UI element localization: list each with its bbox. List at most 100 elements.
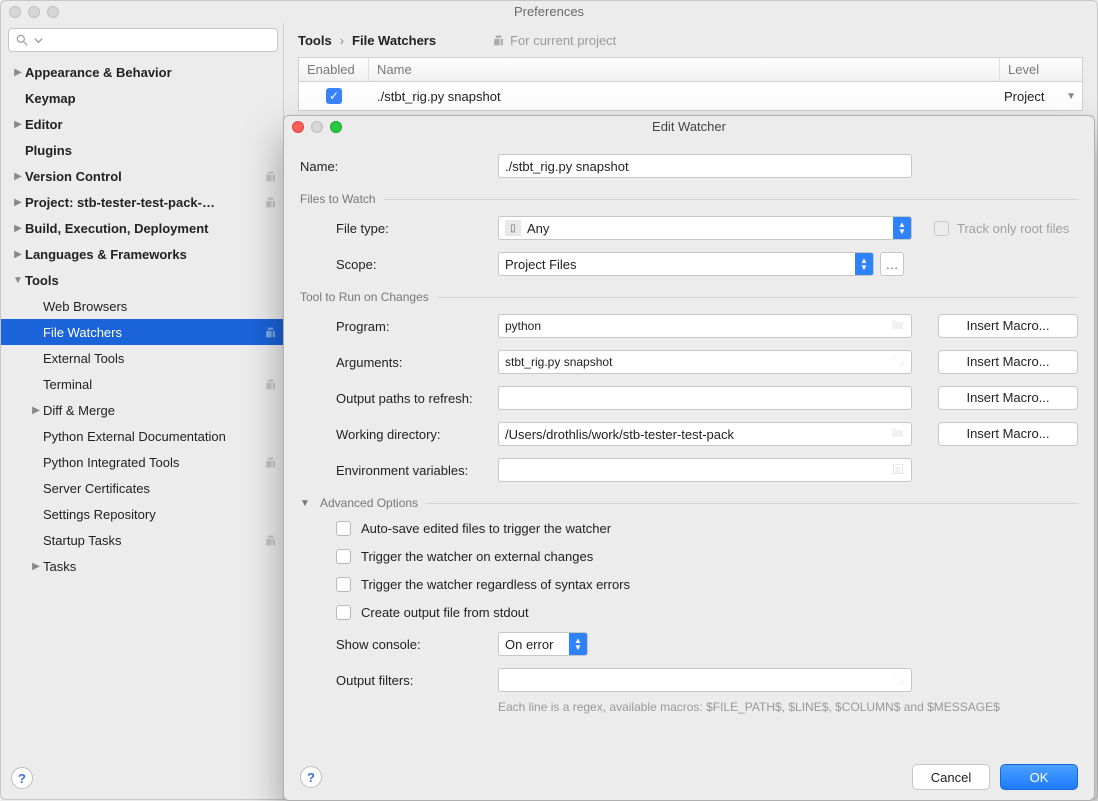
sidebar-item-build[interactable]: ▶Build, Execution, Deployment bbox=[1, 215, 283, 241]
row-level[interactable]: Project▼ bbox=[1000, 89, 1082, 104]
sidebar-item-appearance[interactable]: ▶Appearance & Behavior bbox=[1, 59, 283, 85]
minimize-icon bbox=[311, 121, 323, 133]
chevron-right-icon: › bbox=[340, 33, 344, 48]
file-icon: ▯ bbox=[505, 220, 521, 236]
expand-icon[interactable] bbox=[892, 672, 905, 688]
working-dir-field[interactable]: /Users/drothlis/work/stb-tester-test-pac… bbox=[498, 422, 912, 446]
expand-icon[interactable] bbox=[892, 354, 905, 370]
help-button[interactable]: ? bbox=[300, 766, 322, 788]
for-current-project: For current project bbox=[492, 33, 616, 48]
sidebar-item-project[interactable]: ▶Project: stb-tester-test-pack-… bbox=[1, 189, 283, 215]
sidebar-item-vcs[interactable]: ▶Version Control bbox=[1, 163, 283, 189]
checkbox-icon[interactable] bbox=[336, 549, 351, 564]
sidebar-item-diff-merge[interactable]: ▶Diff & Merge bbox=[1, 397, 283, 423]
output-paths-label: Output paths to refresh: bbox=[300, 391, 498, 406]
col-name[interactable]: Name bbox=[369, 58, 1000, 81]
row-name: ./stbt_rig.py snapshot bbox=[369, 89, 1000, 104]
file-type-combo[interactable]: ▯ Any ▲▼ bbox=[498, 216, 912, 240]
checkbox-icon[interactable] bbox=[336, 521, 351, 536]
breadcrumb-file-watchers: File Watchers bbox=[352, 33, 436, 48]
arguments-label: Arguments: bbox=[300, 355, 498, 370]
name-field[interactable]: ./stbt_rig.py snapshot bbox=[498, 154, 912, 178]
program-field[interactable]: python bbox=[498, 314, 912, 338]
help-button[interactable]: ? bbox=[11, 767, 33, 789]
folder-icon[interactable] bbox=[890, 317, 905, 335]
traffic-close-icon[interactable] bbox=[9, 6, 21, 18]
sidebar-item-server-certs[interactable]: Server Certificates bbox=[1, 475, 283, 501]
env-field[interactable] bbox=[498, 458, 912, 482]
project-scope-icon bbox=[492, 34, 505, 47]
sidebar-item-startup-tasks[interactable]: Startup Tasks bbox=[1, 527, 283, 553]
track-root-files: Track only root files bbox=[934, 221, 1069, 236]
checkbox-icon[interactable] bbox=[336, 605, 351, 620]
sidebar-item-terminal[interactable]: Terminal bbox=[1, 371, 283, 397]
working-dir-label: Working directory: bbox=[300, 427, 498, 442]
search-input[interactable] bbox=[8, 28, 278, 52]
sidebar-item-settings-repo[interactable]: Settings Repository bbox=[1, 501, 283, 527]
traffic-minimize-icon[interactable] bbox=[28, 6, 40, 18]
sidebar-item-python-doc[interactable]: Python External Documentation bbox=[1, 423, 283, 449]
enabled-checkbox[interactable]: ✓ bbox=[326, 88, 342, 104]
dialog-titlebar: Edit Watcher bbox=[284, 116, 1094, 138]
show-console-combo[interactable]: On error ▲▼ bbox=[498, 632, 588, 656]
edit-watcher-dialog: Edit Watcher Name: ./stbt_rig.py snapsho… bbox=[283, 115, 1095, 801]
sidebar-item-external-tools[interactable]: External Tools bbox=[1, 345, 283, 371]
filters-hint: Each line is a regex, available macros: … bbox=[300, 700, 1078, 714]
preferences-title: Preferences bbox=[514, 4, 584, 19]
sidebar-item-tools[interactable]: ▼Tools bbox=[1, 267, 283, 293]
opt-syntax-errors[interactable]: Trigger the watcher regardless of syntax… bbox=[300, 570, 1078, 598]
ok-button[interactable]: OK bbox=[1000, 764, 1078, 790]
opt-stdout[interactable]: Create output file from stdout bbox=[300, 598, 1078, 626]
folder-icon[interactable] bbox=[890, 425, 905, 443]
col-level[interactable]: Level bbox=[1000, 58, 1082, 81]
chevron-down-icon: ▼ bbox=[300, 498, 312, 509]
env-label: Environment variables: bbox=[300, 463, 498, 478]
preferences-traffic-lights bbox=[9, 6, 59, 18]
checkbox-icon[interactable] bbox=[336, 577, 351, 592]
dialog-traffic-lights bbox=[292, 121, 342, 133]
insert-macro-button[interactable]: Insert Macro... bbox=[938, 386, 1078, 410]
sidebar-item-plugins[interactable]: Plugins bbox=[1, 137, 283, 163]
show-console-label: Show console: bbox=[300, 637, 498, 652]
traffic-zoom-icon[interactable] bbox=[47, 6, 59, 18]
insert-macro-button[interactable]: Insert Macro... bbox=[938, 314, 1078, 338]
project-scope-icon bbox=[264, 196, 277, 209]
chevron-down-icon: ▼ bbox=[1066, 91, 1076, 102]
program-label: Program: bbox=[300, 319, 498, 334]
breadcrumb-tools[interactable]: Tools bbox=[298, 33, 332, 48]
opt-external-changes[interactable]: Trigger the watcher on external changes bbox=[300, 542, 1078, 570]
advanced-section-header[interactable]: ▼Advanced Options bbox=[300, 496, 1078, 510]
arguments-field[interactable]: stbt_rig.py snapshot bbox=[498, 350, 912, 374]
sidebar-item-file-watchers[interactable]: File Watchers bbox=[1, 319, 283, 345]
preferences-sidebar: ▶Appearance & Behavior Keymap ▶Editor Pl… bbox=[1, 23, 284, 799]
output-filters-field[interactable] bbox=[498, 668, 912, 692]
project-scope-icon bbox=[264, 170, 277, 183]
list-icon[interactable] bbox=[891, 462, 905, 479]
sidebar-item-editor[interactable]: ▶Editor bbox=[1, 111, 283, 137]
sidebar-item-languages[interactable]: ▶Languages & Frameworks bbox=[1, 241, 283, 267]
watchers-table: Enabled Name Level ✓ ./stbt_rig.py snaps… bbox=[298, 57, 1083, 111]
sidebar-item-web-browsers[interactable]: Web Browsers bbox=[1, 293, 283, 319]
sidebar-item-python-tools[interactable]: Python Integrated Tools bbox=[1, 449, 283, 475]
col-enabled[interactable]: Enabled bbox=[299, 58, 369, 81]
preferences-titlebar: Preferences bbox=[1, 1, 1097, 23]
table-row[interactable]: ✓ ./stbt_rig.py snapshot Project▼ bbox=[299, 82, 1082, 110]
breadcrumb: Tools › File Watchers For current projec… bbox=[284, 23, 1097, 57]
table-header: Enabled Name Level bbox=[299, 58, 1082, 82]
tool-section-header: Tool to Run on Changes bbox=[300, 290, 1078, 304]
sidebar-item-tasks[interactable]: ▶Tasks bbox=[1, 553, 283, 579]
combo-arrows-icon: ▲▼ bbox=[855, 252, 873, 276]
scope-combo[interactable]: Project Files ▲▼ bbox=[498, 252, 874, 276]
search-icon bbox=[15, 33, 29, 47]
scope-edit-button[interactable]: … bbox=[880, 252, 904, 276]
insert-macro-button[interactable]: Insert Macro... bbox=[938, 350, 1078, 374]
zoom-icon[interactable] bbox=[330, 121, 342, 133]
cancel-button[interactable]: Cancel bbox=[912, 764, 990, 790]
project-scope-icon bbox=[264, 326, 277, 339]
sidebar-item-keymap[interactable]: Keymap bbox=[1, 85, 283, 111]
opt-autosave[interactable]: Auto-save edited files to trigger the wa… bbox=[300, 514, 1078, 542]
close-icon[interactable] bbox=[292, 121, 304, 133]
project-scope-icon bbox=[264, 456, 277, 469]
output-paths-field[interactable] bbox=[498, 386, 912, 410]
insert-macro-button[interactable]: Insert Macro... bbox=[938, 422, 1078, 446]
